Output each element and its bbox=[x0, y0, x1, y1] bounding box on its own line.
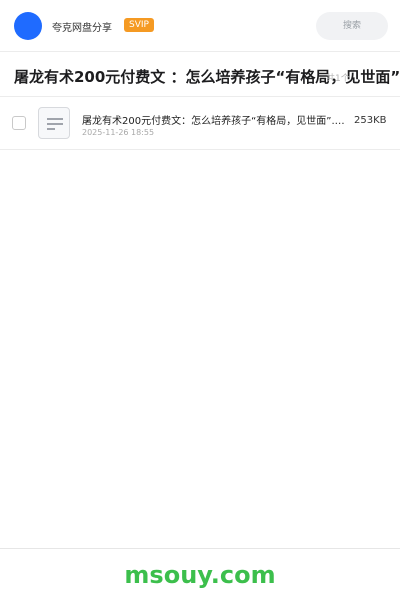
file-size: 253KB bbox=[354, 115, 387, 126]
share-page: 夸克网盘分享 SVIP 屠龙有术200元付费文 ：怎么培养孩子“有格局，见世面”… bbox=[0, 0, 400, 600]
footer: msouy.com bbox=[0, 548, 400, 600]
list-item[interactable]: 屠龙有术200元付费文：怎么培养孩子“有格局，见世面”.pdf 2025-11-… bbox=[0, 97, 400, 150]
svip-badge: SVIP bbox=[124, 18, 154, 32]
footer-logo[interactable]: msouy.com bbox=[0, 561, 400, 589]
document-icon bbox=[38, 107, 70, 139]
header: 夸克网盘分享 SVIP bbox=[0, 0, 400, 52]
file-name[interactable]: 屠龙有术200元付费文：怎么培养孩子“有格局，见世面”.pdf bbox=[82, 112, 348, 127]
file-date: 2025-11-26 18:55 bbox=[82, 128, 155, 137]
brand-name: 夸克网盘分享 bbox=[52, 23, 112, 34]
search-input[interactable] bbox=[316, 12, 388, 40]
select-checkbox[interactable] bbox=[12, 116, 26, 130]
title-bar: 屠龙有术200元付费文 ：怎么培养孩子“有格局，见世面” ? 共1个 bbox=[0, 53, 400, 97]
file-count: 共1个 bbox=[326, 74, 350, 84]
avatar[interactable] bbox=[14, 12, 42, 40]
